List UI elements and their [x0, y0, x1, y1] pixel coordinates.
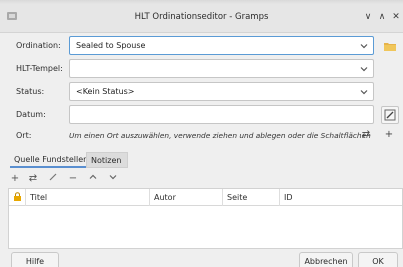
chevron-down-icon: [360, 67, 368, 72]
cancel-button[interactable]: Abbrechen: [299, 252, 353, 267]
lock-icon: [14, 192, 21, 201]
place-label: Ort:: [16, 131, 32, 140]
column-title[interactable]: Titel: [25, 189, 149, 206]
help-button[interactable]: Hilfe: [11, 252, 59, 267]
chevron-down-icon: [360, 44, 368, 49]
citation-table[interactable]: Titel Autor Seite ID: [8, 188, 403, 249]
place-hint: Um einen Ort auszuwählen, verwende ziehe…: [69, 131, 371, 140]
window-titlebar: HLT Ordinationseditor - Gramps ∨ ∧ ✕: [0, 0, 403, 33]
close-icon[interactable]: ✕: [390, 11, 402, 23]
ordination-label: Ordination:: [16, 41, 61, 50]
tab-source-citations[interactable]: Quelle Fundstellen: [10, 152, 88, 168]
share-icon[interactable]: ⇄: [26, 172, 40, 186]
column-id[interactable]: ID: [279, 189, 403, 206]
move-down-icon[interactable]: [106, 172, 120, 186]
add-icon[interactable]: +: [8, 172, 22, 186]
titlebar-top-edge: [0, 0, 403, 4]
status-combo[interactable]: <Kein Status>: [69, 82, 374, 101]
minimize-icon[interactable]: ∨: [362, 11, 374, 23]
edit-date-icon: [384, 109, 396, 121]
folder-icon[interactable]: [382, 38, 398, 54]
ordination-value: Sealed to Spouse: [76, 41, 146, 50]
move-up-icon[interactable]: [86, 172, 100, 186]
ok-button[interactable]: OK: [358, 252, 398, 267]
add-place-icon[interactable]: +: [383, 129, 395, 141]
status-label: Status:: [16, 87, 45, 96]
remove-icon[interactable]: −: [66, 172, 80, 186]
date-label: Datum:: [16, 110, 46, 119]
temple-combo[interactable]: [69, 59, 374, 78]
tab-notes[interactable]: Notizen: [86, 152, 128, 168]
status-value: <Kein Status>: [76, 87, 135, 96]
edit-icon[interactable]: [46, 172, 60, 186]
chevron-down-icon: [360, 90, 368, 95]
maximize-icon[interactable]: ∧: [376, 11, 388, 23]
share-existing-place-icon[interactable]: ⇄: [360, 129, 372, 141]
table-header: Titel Autor Seite ID: [9, 189, 402, 206]
date-field[interactable]: [69, 105, 374, 124]
window-title: HLT Ordinationseditor - Gramps: [134, 12, 269, 22]
private-column-header[interactable]: [9, 189, 25, 206]
citation-toolbar: + ⇄ −: [8, 172, 148, 186]
ordination-combo[interactable]: Sealed to Spouse: [69, 36, 374, 55]
date-editor-button[interactable]: [381, 106, 399, 124]
column-author[interactable]: Autor: [149, 189, 222, 206]
temple-label: HLT-Tempel:: [16, 64, 63, 73]
column-page[interactable]: Seite: [222, 189, 279, 206]
